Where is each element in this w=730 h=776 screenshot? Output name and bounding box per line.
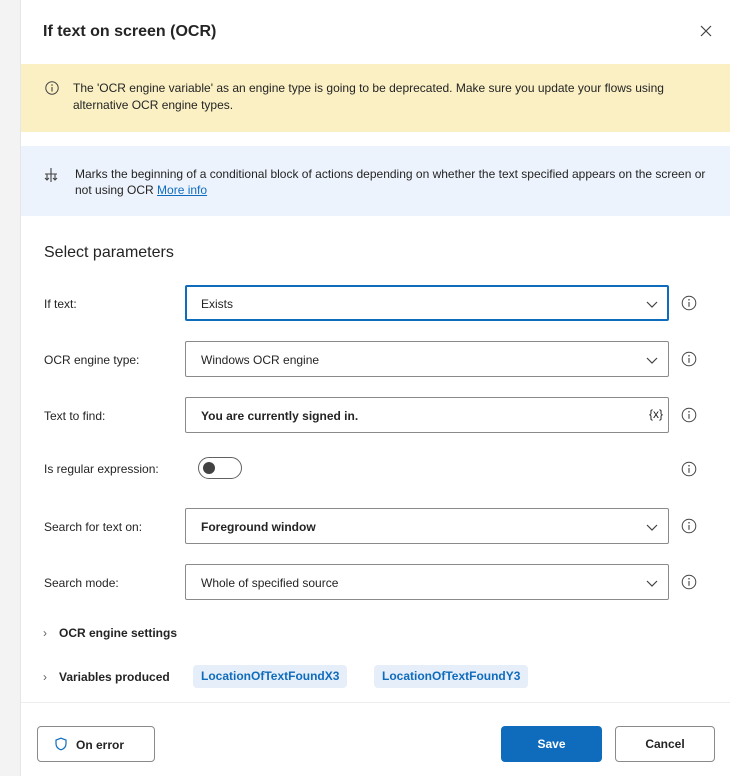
action-description-banner: Marks the beginning of a conditional blo…: [21, 146, 730, 216]
if-text-info-button[interactable]: [681, 295, 697, 311]
on-error-button[interactable]: On error: [37, 726, 155, 762]
is-regex-info-button[interactable]: [681, 461, 697, 477]
close-icon: [700, 25, 712, 37]
description-text: Marks the beginning of a conditional blo…: [75, 166, 715, 198]
save-button[interactable]: Save: [501, 726, 602, 762]
info-circle-icon: [45, 81, 59, 95]
is-regex-toggle[interactable]: [198, 457, 242, 479]
text-to-find-value: You are currently signed in.: [201, 409, 359, 423]
if-text-dropdown[interactable]: Exists: [185, 285, 669, 321]
ocr-engine-type-info-button[interactable]: [681, 351, 697, 367]
text-to-find-label: Text to find:: [44, 409, 106, 423]
variable-chip[interactable]: LocationOfTextFoundX3: [193, 665, 348, 688]
search-mode-dropdown[interactable]: Whole of specified source: [185, 564, 669, 600]
chevron-right-icon: ›: [43, 626, 47, 640]
chevron-down-icon: [646, 524, 658, 531]
search-mode-info-button[interactable]: [681, 574, 697, 590]
search-for-text-on-value: Foreground window: [201, 520, 316, 534]
search-for-text-on-dropdown[interactable]: Foreground window: [185, 508, 669, 544]
info-circle-icon: [681, 461, 697, 477]
chevron-down-icon: [646, 357, 658, 364]
section-title: Select parameters: [44, 244, 174, 261]
close-button[interactable]: [695, 20, 717, 42]
info-circle-icon: [681, 351, 697, 367]
chevron-down-icon: [646, 580, 658, 587]
chevron-down-icon: [646, 301, 658, 308]
ocr-engine-type-value: Windows OCR engine: [201, 353, 320, 367]
info-circle-icon: [681, 574, 697, 590]
warning-text: The 'OCR engine variable' as an engine t…: [73, 81, 664, 112]
more-info-link[interactable]: More info: [157, 183, 207, 197]
text-to-find-input[interactable]: You are currently signed in. {x}: [185, 397, 669, 433]
dialog-header: If text on screen (OCR): [21, 0, 730, 64]
dialog-title: If text on screen (OCR): [43, 23, 217, 40]
info-circle-icon: [681, 518, 697, 534]
conditional-block-icon: [44, 168, 58, 182]
variables-produced-expander[interactable]: › Variables produced: [43, 670, 170, 684]
ocr-engine-type-dropdown[interactable]: Windows OCR engine: [185, 341, 669, 377]
search-mode-value: Whole of specified source: [201, 576, 339, 590]
if-text-value: Exists: [201, 297, 234, 311]
ocr-engine-type-label: OCR engine type:: [44, 353, 140, 367]
search-for-text-on-label: Search for text on:: [44, 520, 143, 534]
text-to-find-info-button[interactable]: [681, 407, 697, 423]
shield-icon: [55, 737, 67, 751]
is-regex-label: Is regular expression:: [44, 462, 159, 476]
chevron-right-icon: ›: [43, 670, 47, 684]
variable-chip[interactable]: LocationOfTextFoundY3: [374, 665, 529, 688]
ocr-engine-settings-label: OCR engine settings: [59, 626, 178, 640]
ocr-engine-settings-expander[interactable]: › OCR engine settings: [43, 626, 177, 640]
cancel-button[interactable]: Cancel: [615, 726, 715, 762]
variables-produced-label: Variables produced: [59, 670, 170, 684]
deprecation-warning-banner: The 'OCR engine variable' as an engine t…: [21, 64, 730, 132]
on-error-label: On error: [76, 738, 125, 752]
info-circle-icon: [681, 407, 697, 423]
toggle-knob: [203, 462, 215, 474]
action-dialog: If text on screen (OCR) The 'OCR engine …: [20, 0, 730, 776]
insert-variable-button[interactable]: {x}: [649, 407, 663, 421]
search-for-text-on-info-button[interactable]: [681, 518, 697, 534]
search-mode-label: Search mode:: [44, 576, 119, 590]
info-circle-icon: [681, 295, 697, 311]
footer-divider: [21, 702, 730, 703]
if-text-label: If text:: [44, 297, 77, 311]
